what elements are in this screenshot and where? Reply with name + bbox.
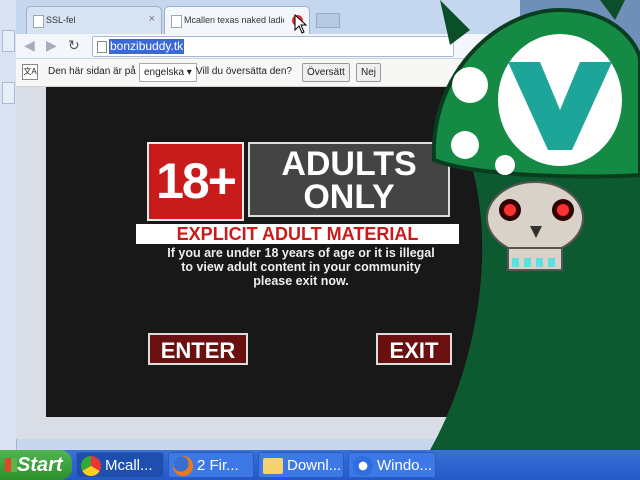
firefox-icon — [173, 456, 193, 476]
folder-icon — [263, 458, 283, 474]
taskbar-item-label: Windo... — [377, 457, 433, 474]
windows-logo-icon — [5, 458, 17, 472]
taskbar-item-chrome[interactable]: Mcall... — [76, 452, 164, 478]
taskbar: Start Mcall... 2 Fir... Downl... Windo..… — [0, 450, 640, 480]
taskbar-item-downloads[interactable]: Downl... — [258, 452, 344, 478]
start-button[interactable]: Start — [0, 450, 72, 480]
screen: SSL-fel × Mcallen texas naked ladies p ×… — [0, 0, 640, 480]
start-label: Start — [17, 454, 63, 476]
taskbar-item-firefox[interactable]: 2 Fir... — [168, 452, 254, 478]
taskbar-item-windows-media[interactable]: Windo... — [348, 452, 436, 478]
chrome-icon — [81, 456, 101, 476]
taskbar-item-label: Downl... — [287, 457, 342, 474]
mushroom-icon — [431, 0, 640, 179]
windows-media-icon — [353, 456, 373, 476]
taskbar-item-label: Mcall... — [105, 457, 153, 474]
taskbar-item-label: 2 Fir... — [197, 457, 239, 474]
channel-logo-overlay — [430, 0, 640, 450]
